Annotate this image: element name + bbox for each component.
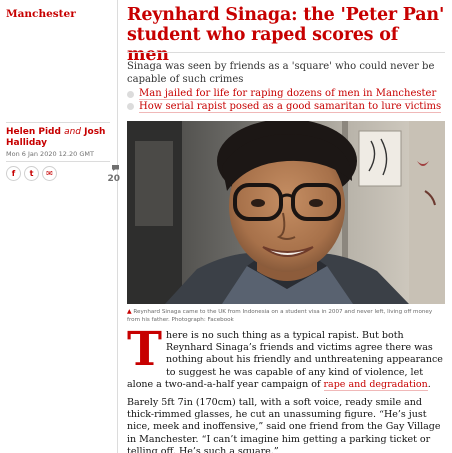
related-link[interactable]: How serial rapist posed as a good samari… [127,101,445,114]
facebook-icon: f [11,169,16,178]
related-link-label: Man jailed for life for raping dozens of… [139,88,437,101]
bullet-icon [127,90,134,98]
comments-count[interactable]: 20 [106,164,120,184]
article-paragraph-1: There is no such thing as a typical rapi… [127,322,445,391]
section-link[interactable]: Manchester [6,8,76,20]
paragraph-1-end: . [427,378,431,390]
photo-caption: ▲ Reynhard Sinaga came to the UK from In… [127,308,445,324]
meta-rule [6,161,110,162]
email-icon: ✉ [46,169,53,178]
article-paragraph-2: Barely 5ft 7in (170cm) tall, with a soft… [127,397,441,453]
email-share-button[interactable]: ✉ [42,166,57,181]
caption-text: Reynhard Sinaga came to the UK from Indo… [127,309,433,323]
related-link-label: How serial rapist posed as a good samari… [139,100,442,113]
drop-cap: T [127,322,162,377]
standfirst: Sinaga was seen by friends as a 'square'… [127,61,435,85]
related-link[interactable]: Man jailed for life for raping dozens of… [127,88,445,101]
column-divider [117,0,118,453]
article-photo [127,121,445,304]
share-buttons: f t ✉ [6,166,57,181]
comments-number: 20 [107,174,120,184]
headline-rule [127,52,445,53]
author-link-1[interactable]: Helen Pidd [6,127,61,137]
bullet-icon [127,103,134,111]
byline-and: and [64,127,82,137]
inline-link[interactable]: rape and degradation [323,378,428,391]
speech-bubble-icon [106,164,120,174]
related-links: Man jailed for life for raping dozens of… [127,88,445,113]
twitter-icon: t [29,169,34,178]
article-page: Manchester Reynhard Sinaga: the 'Peter P… [0,0,452,453]
headline: Reynhard Sinaga: the 'Peter Pan' student… [127,5,445,65]
twitter-share-button[interactable]: t [24,166,39,181]
facebook-share-button[interactable]: f [6,166,21,181]
byline-rule [6,122,110,123]
dateline: Mon 6 Jan 2020 12.20 GMT [6,150,94,158]
caption-marker-icon: ▲ [127,308,132,315]
byline: Helen Pidd and Josh Halliday [6,127,106,149]
